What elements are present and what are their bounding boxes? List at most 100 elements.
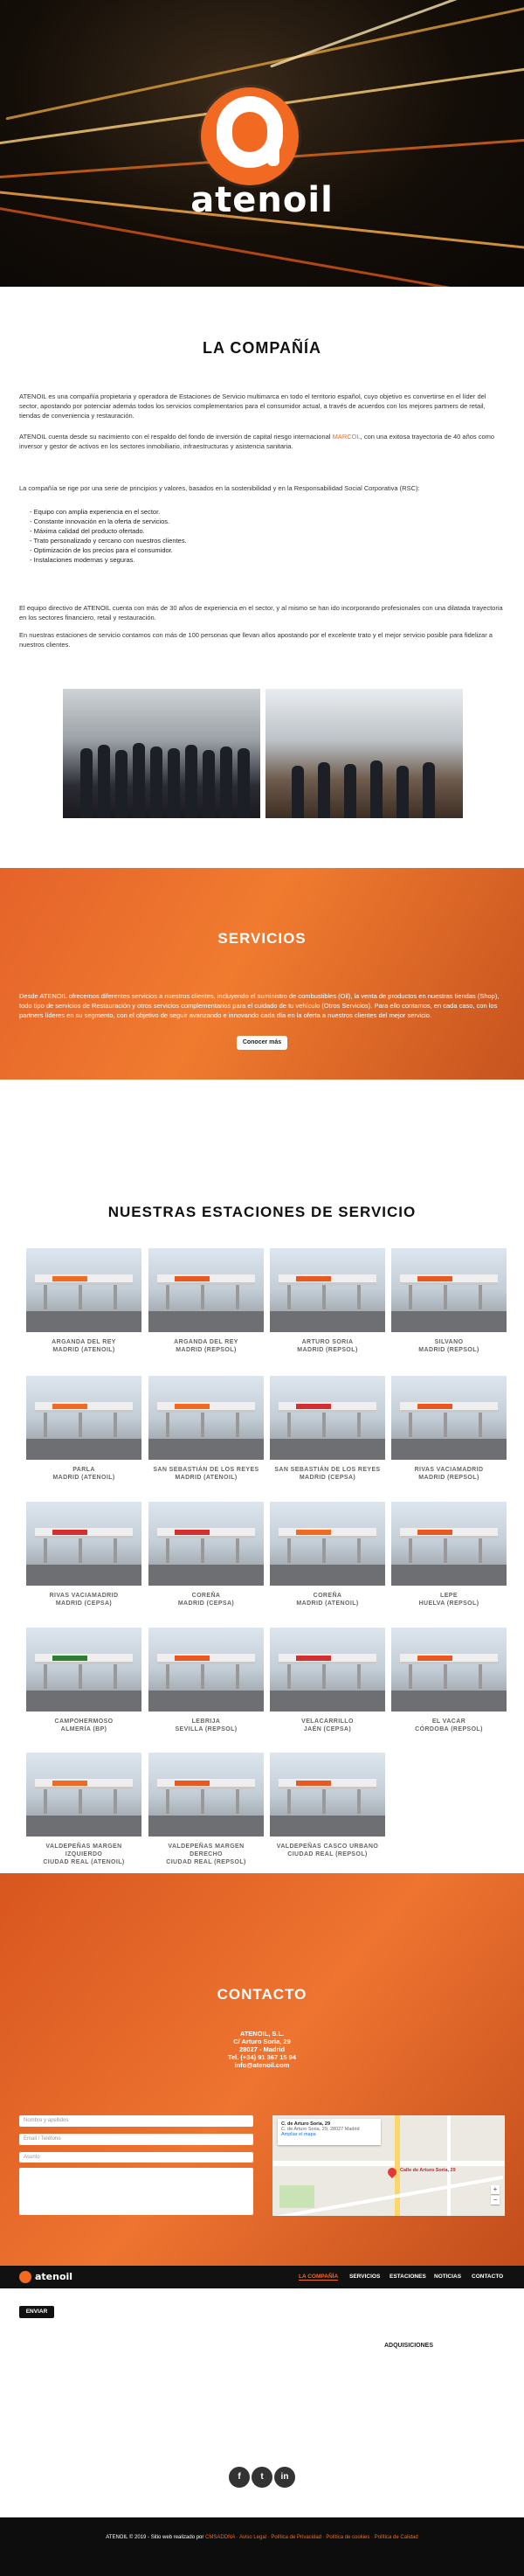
privacy-checkbox-label[interactable]: He leído y acepto la Política de Privaci… [19,2292,281,2297]
list-item: Máxima calidad del producto ofertado. [30,526,484,536]
station-photo [26,1753,141,1837]
hero-logo-text: atenoil [190,180,334,220]
legal-links[interactable]: · Aviso Legal · Política de Privacidad ·… [235,2535,418,2540]
station-caption: COREÑA MADRID (ATENOIL) [296,1593,359,1607]
station-photo [148,1628,264,1712]
station-card[interactable]: SAN SEBASTIÁN DE LOS REYES MADRID (CEPSA) [270,1376,385,1482]
hero-banner: atenoil [0,0,524,287]
station-caption: LEBRIJA SEVILLA (REPSOL) [175,1718,238,1732]
contact-title: CONTACTO [217,1986,307,2003]
job-text: Si eres profesional del sector y estás i… [19,2346,266,2351]
station-caption: ARTURO SORIA MADRID (REPSOL) [297,1339,358,1353]
station-caption: ARGANDA DEL REY MADRID (ATENOIL) [52,1339,116,1353]
name-input[interactable]: Nombre y apellidos [19,2115,253,2127]
map-info-card: C. de Arturo Soria, 29 C. de Arturo Sori… [278,2119,381,2145]
list-item: Optimización de los precios para el cons… [30,545,484,555]
facebook-icon[interactable]: f [229,2467,250,2488]
list-item: Constante innovación en la oferta de ser… [30,517,484,526]
team-photo-1 [63,689,260,818]
station-card[interactable]: EL VACAR CÓRDOBA (REPSOL) [391,1628,507,1733]
station-photo [391,1628,507,1712]
station-caption: VALDEPEÑAS MARGEN IZQUIERDO CIUDAD REAL (A… [43,1843,125,1865]
station-caption: LEPE HUELVA (REPSOL) [418,1593,479,1607]
station-card[interactable]: LEBRIJA SEVILLA (REPSOL) [148,1628,264,1733]
station-photo [148,1376,264,1460]
zoom-out-icon[interactable]: − [491,2196,500,2205]
atenoil-logo-icon[interactable] [19,2271,31,2283]
twitter-icon[interactable]: t [252,2467,272,2488]
footer-text: ATENOIL © 2019 - Sitio web realizado por… [106,2535,418,2540]
station-caption: SAN SEBASTIÁN DE LOS REYES MADRID (ATENOI… [153,1467,259,1481]
email-phone-input[interactable]: Email / Teléfono [19,2134,253,2145]
email-link[interactable]: info@atenoil.com [0,2061,524,2069]
stations-title: NUESTRAS ESTACIONES DE SERVICIO [107,1204,417,1220]
atenoil-logo-icon [201,87,299,185]
message-textarea[interactable] [19,2168,253,2215]
subject-input[interactable]: Asunto [19,2152,253,2163]
station-card[interactable]: PARLA MADRID (ATENOIL) [26,1376,141,1482]
page: atenoil LA COMPAÑÍA ATENOIL es una compa… [0,0,524,2576]
enlarge-map-link[interactable]: Ampliar el mapa [281,2132,377,2137]
nav-item-news[interactable]: NOTICIAS [434,2274,461,2280]
station-card[interactable]: VALDEPEÑAS MARGEN IZQUIERDO CIUDAD REAL (A… [26,1753,141,1866]
station-card[interactable]: ARTURO SORIA MADRID (REPSOL) [270,1248,385,1354]
linkedin-icon[interactable]: in [274,2467,295,2488]
nav-item-services[interactable]: SERVICIOS [349,2274,380,2280]
station-photo [391,1248,507,1332]
station-caption: ARGANDA DEL REY MADRID (REPSOL) [174,1339,238,1353]
contact-address: ATENOIL, S.L. C/ Arturo Soria, 29 28027 … [0,2030,524,2069]
station-card[interactable]: LEPE HUELVA (REPSOL) [391,1502,507,1607]
company-paragraph-1: ATENOIL es una compañía propietaria y op… [19,392,486,420]
company-paragraph-5: En nuestras estaciones de servicio conta… [19,631,493,649]
agency-link[interactable]: CMSADDNA [205,2535,235,2540]
station-photo [148,1502,264,1586]
company-paragraph-4: El equipo directivo de ATENOIL cuenta co… [19,604,503,621]
station-card[interactable]: VALDEPEÑAS MARGEN DERECHO CIUDAD REAL (REP… [148,1753,264,1866]
zoom-in-icon[interactable]: + [491,2185,500,2194]
station-photo [148,1248,264,1332]
station-card[interactable]: COREÑA MADRID (CEPSA) [148,1502,264,1607]
services-more-button[interactable]: Conocer más [237,1036,287,1050]
station-card[interactable]: RIVAS VACIAMADRID MADRID (REPSOL) [391,1376,507,1482]
station-card[interactable]: SAN SEBASTIÁN DE LOS REYES MADRID (ATENOI… [148,1376,264,1482]
station-photo [26,1628,141,1712]
nav-item-contact[interactable]: CONTACTO [472,2274,503,2280]
station-photo [270,1628,385,1712]
station-card[interactable]: SILVANO MADRID (REPSOL) [391,1248,507,1354]
company-paragraph-2: ATENOIL cuenta desde su nacimiento con e… [19,433,495,450]
company-title: LA COMPAÑÍA [203,339,321,357]
company-paragraph-3: La compañía se rige por una serie de pri… [19,484,420,492]
acquisitions-button[interactable]: ADQUISICIONES [381,2339,437,2353]
station-card[interactable]: VELACARRILLO JAÉN (CEPSA) [270,1628,385,1733]
values-list: Equipo con amplia experiencia en el sect… [30,507,484,565]
marcol-link[interactable]: MARCOL [333,433,361,441]
station-photo [391,1376,507,1460]
station-caption: RIVAS VACIAMADRID MADRID (CEPSA) [49,1593,119,1607]
station-card[interactable]: RIVAS VACIAMADRID MADRID (CEPSA) [26,1502,141,1607]
station-photo [26,1376,141,1460]
station-caption: SILVANO MADRID (REPSOL) [418,1339,479,1353]
list-item: Trato personalizado y cercano con nuestr… [30,536,484,545]
station-photo [270,1753,385,1837]
services-title: SERVICIOS [217,930,307,947]
station-card[interactable]: ARGANDA DEL REY MADRID (ATENOIL) [26,1248,141,1354]
station-photo [270,1376,385,1460]
send-button[interactable]: ENVIAR [19,2306,54,2318]
nav-logo-text[interactable]: atenoil [35,2271,72,2282]
team-photo-2 [265,689,463,818]
station-photo [270,1502,385,1586]
station-caption: CAMPOHERMOSO ALMERÍA (BP) [54,1718,114,1732]
list-item: Equipo con amplia experiencia en el sect… [30,507,484,517]
station-caption: RIVAS VACIAMADRID MADRID (REPSOL) [414,1467,484,1481]
station-caption: VALDEPEÑAS CASCO URBANO CIUDAD REAL (REPS… [276,1843,379,1857]
station-card[interactable]: CAMPOHERMOSO ALMERÍA (BP) [26,1628,141,1733]
station-card[interactable]: COREÑA MADRID (ATENOIL) [270,1502,385,1607]
station-card[interactable]: ARGANDA DEL REY MADRID (REPSOL) [148,1248,264,1354]
location-map[interactable]: C. de Arturo Soria, 29 C. de Arturo Sori… [272,2115,505,2216]
nav-item-company[interactable]: LA COMPAÑÍA [299,2274,339,2281]
station-card[interactable]: VALDEPEÑAS CASCO URBANO CIUDAD REAL (REPS… [270,1753,385,1858]
footer [0,2517,524,2576]
station-photo [270,1248,385,1332]
nav-item-stations[interactable]: ESTACIONES [390,2274,426,2280]
station-photo [26,1248,141,1332]
